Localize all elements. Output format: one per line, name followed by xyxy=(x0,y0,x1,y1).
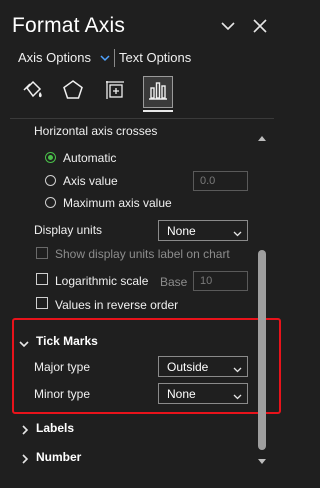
pane-title: Format Axis xyxy=(12,14,126,37)
base-input[interactable] xyxy=(193,271,248,291)
tick-marks-heading[interactable]: Tick Marks xyxy=(36,334,98,348)
header-divider xyxy=(10,118,274,119)
horizontal-axis-crosses-label: Horizontal axis crosses xyxy=(34,124,158,138)
scroll-up-button[interactable] xyxy=(256,130,268,141)
reverse-order-label: Values in reverse order xyxy=(55,298,179,312)
axis-options-tab[interactable] xyxy=(143,76,173,108)
number-heading[interactable]: Number xyxy=(36,450,81,464)
minor-type-value: None xyxy=(167,387,196,401)
logarithmic-scale-checkbox[interactable] xyxy=(36,273,48,285)
maximum-axis-value-radio[interactable] xyxy=(45,197,56,208)
size-properties-tab[interactable] xyxy=(100,76,130,108)
display-units-label: Display units xyxy=(34,223,103,237)
maximum-axis-value-label: Maximum axis value xyxy=(63,196,172,210)
show-units-label-text: Show display units label on chart xyxy=(55,247,230,261)
effects-tab[interactable] xyxy=(58,76,88,108)
active-tab-indicator xyxy=(143,110,173,112)
show-units-label-checkbox[interactable] xyxy=(36,247,48,259)
logarithmic-scale-label: Logarithmic scale xyxy=(55,274,149,288)
display-units-value: None xyxy=(167,224,196,238)
automatic-radio[interactable] xyxy=(45,152,56,163)
chevron-right-icon xyxy=(20,451,30,468)
tab-text-options[interactable]: Text Options xyxy=(119,50,191,65)
tick-marks-expand-button[interactable] xyxy=(19,336,29,354)
options-content: Horizontal axis crosses Automatic Axis v… xyxy=(0,120,256,488)
axis-value-radio[interactable] xyxy=(45,175,56,186)
labels-expand-button[interactable] xyxy=(20,422,30,440)
fill-line-tab[interactable] xyxy=(18,76,48,108)
display-units-dropdown[interactable]: None xyxy=(158,220,248,241)
chevron-down-icon xyxy=(233,363,242,377)
collapse-pane-button[interactable] xyxy=(218,16,238,36)
chevron-down-icon xyxy=(218,16,238,36)
number-expand-button[interactable] xyxy=(20,451,30,469)
axis-options-icon xyxy=(146,78,170,107)
minor-type-label: Minor type xyxy=(34,387,91,401)
chevron-down-icon xyxy=(19,336,29,353)
format-axis-pane: Format Axis Axis Options Text Options Ho… xyxy=(0,0,284,488)
axis-value-label: Axis value xyxy=(63,174,118,188)
tab-axis-options-label: Axis Options xyxy=(18,50,91,65)
major-type-value: Outside xyxy=(167,360,209,374)
minor-type-dropdown[interactable]: None xyxy=(158,383,248,404)
chevron-down-icon xyxy=(233,227,242,241)
chevron-right-icon xyxy=(20,422,30,439)
tab-axis-options[interactable]: Axis Options xyxy=(18,50,111,66)
fill-line-icon xyxy=(21,78,45,107)
major-type-label: Major type xyxy=(34,360,91,374)
scroll-down-button[interactable] xyxy=(256,454,268,464)
major-type-dropdown[interactable]: Outside xyxy=(158,356,248,377)
triangle-down-icon xyxy=(256,454,268,471)
base-label: Base xyxy=(160,275,188,289)
chevron-down-icon xyxy=(233,390,242,404)
chevron-down-icon xyxy=(99,51,111,66)
scrollbar-thumb[interactable] xyxy=(258,250,266,450)
close-pane-button[interactable] xyxy=(250,16,270,36)
labels-heading[interactable]: Labels xyxy=(36,421,74,435)
effects-icon xyxy=(61,78,85,107)
axis-value-input[interactable] xyxy=(193,171,248,191)
reverse-order-checkbox[interactable] xyxy=(36,297,48,309)
tab-separator xyxy=(114,49,115,67)
size-properties-icon xyxy=(103,78,127,107)
close-icon xyxy=(250,16,270,36)
automatic-label: Automatic xyxy=(63,151,117,165)
